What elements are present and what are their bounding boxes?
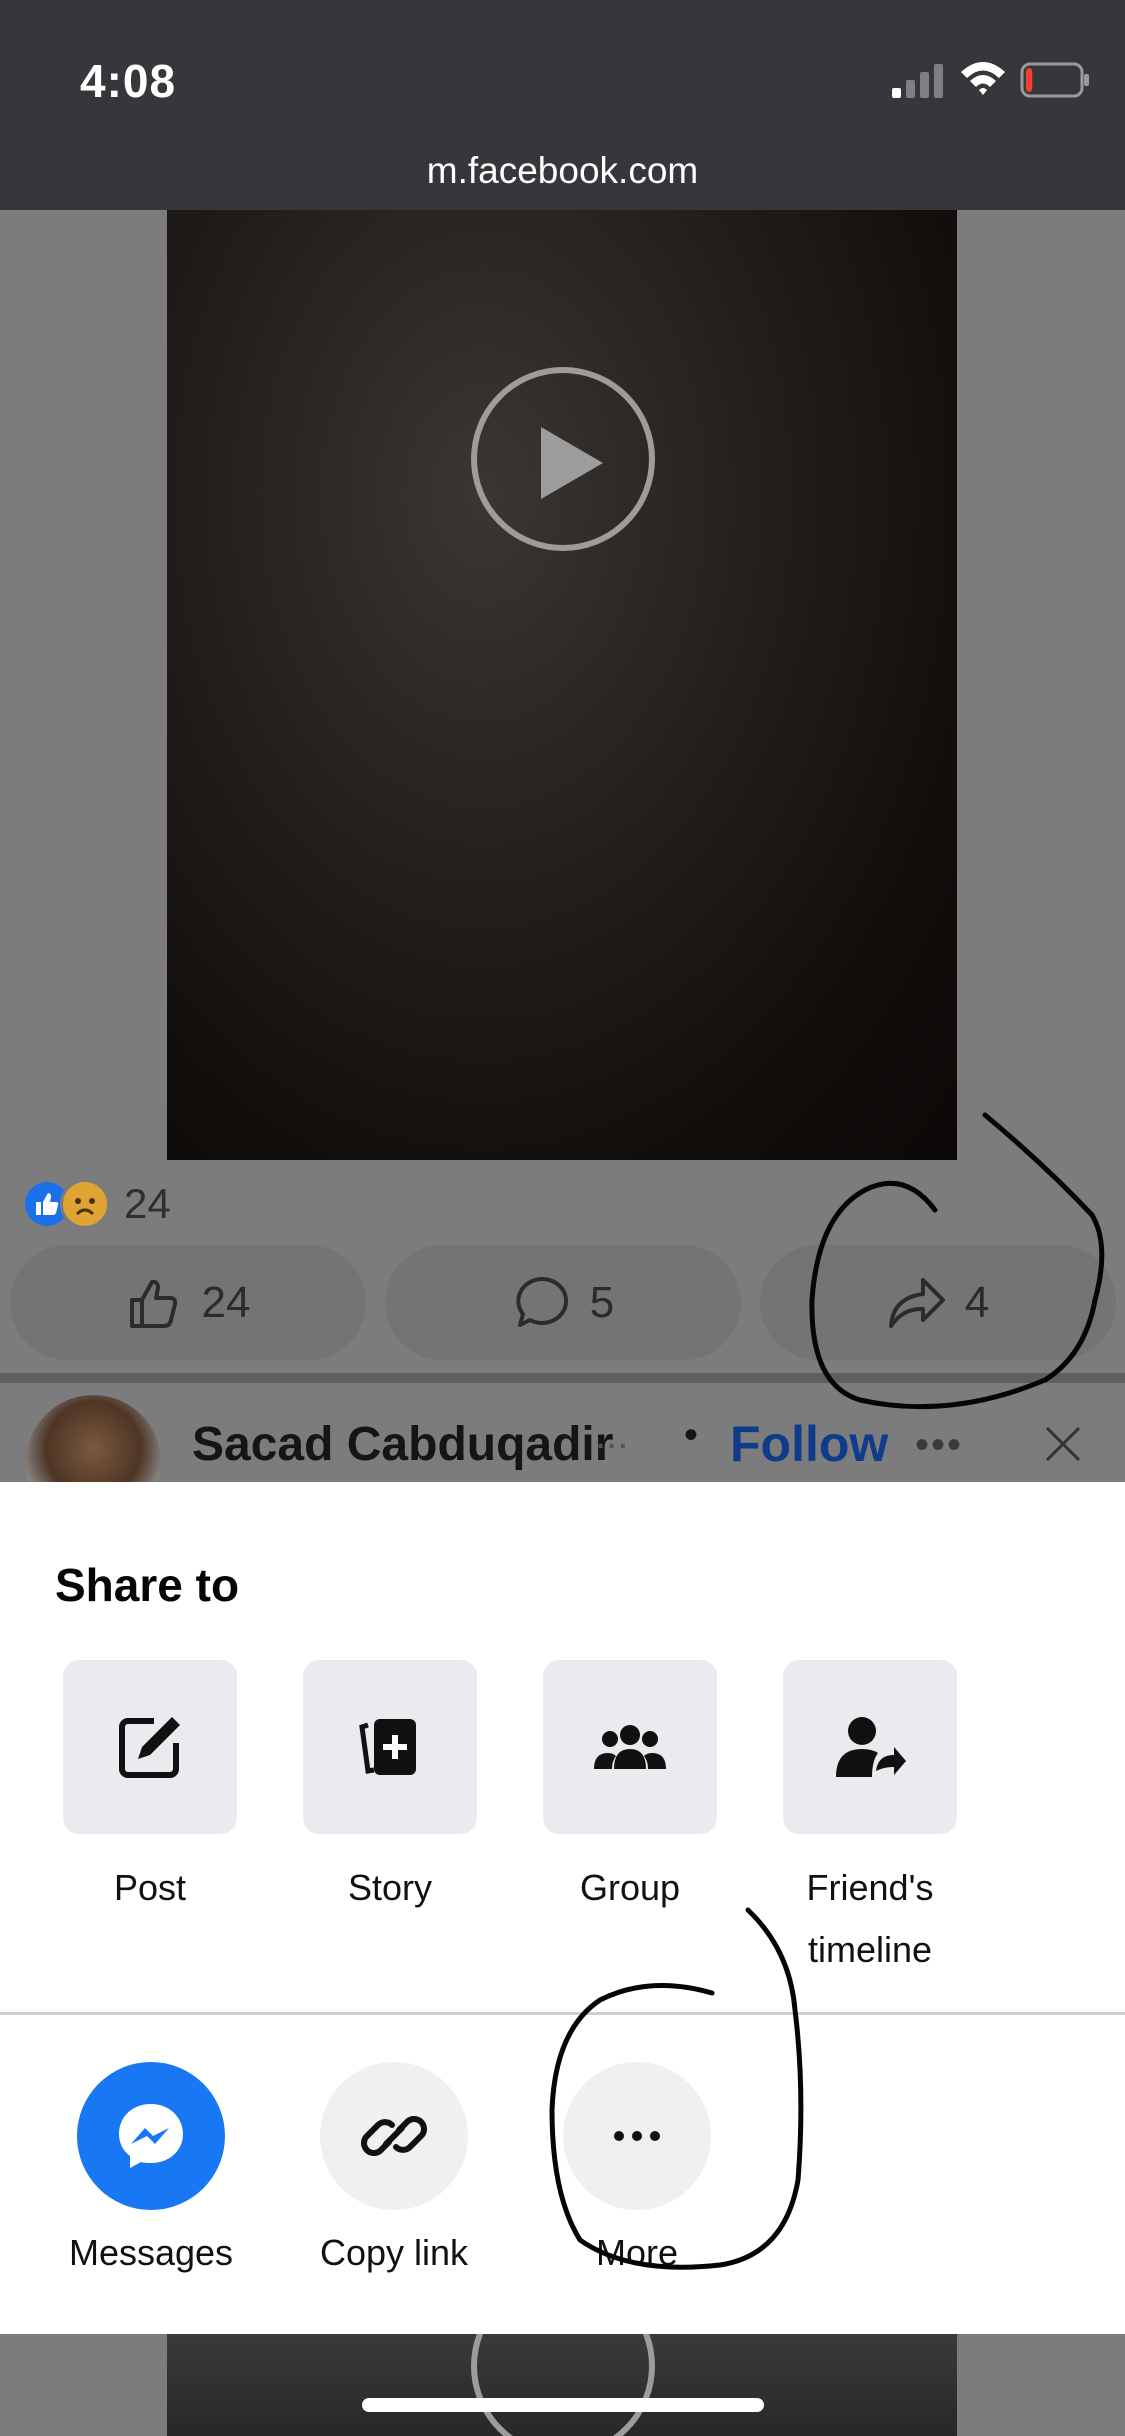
wifi-icon xyxy=(961,62,1005,95)
share-button[interactable]: 4 xyxy=(760,1245,1116,1360)
share-action-label: More xyxy=(595,2232,679,2273)
video-player[interactable] xyxy=(167,210,957,1160)
cellular-signal-icon xyxy=(892,64,943,98)
share-target-label: Group xyxy=(579,1867,681,1908)
friend-share-icon xyxy=(836,1717,906,1777)
share-action-label: Copy link xyxy=(319,2232,469,2273)
share-count: 4 xyxy=(964,1277,990,1327)
next-video-preview xyxy=(0,2334,1125,2436)
facebook-post-background: 24 24 5 4 Sacad Cabduqadir ... • Follow … xyxy=(0,210,1125,1482)
comment-bubble-icon xyxy=(516,1276,568,1327)
share-to-group-button[interactable] xyxy=(543,1660,717,1834)
post-options-button[interactable]: ••• xyxy=(915,1423,963,1468)
share-arrow-icon xyxy=(888,1277,945,1328)
share-sheet: Share to Post Story Group Friend's timel… xyxy=(0,1482,1125,2334)
link-icon xyxy=(361,2116,427,2156)
like-count: 24 xyxy=(201,1277,251,1327)
copy-link-button[interactable] xyxy=(320,2062,468,2210)
comment-button[interactable]: 5 xyxy=(385,1245,741,1360)
address-bar-url[interactable]: m.facebook.com xyxy=(0,150,1125,192)
share-target-label: Story xyxy=(347,1867,433,1908)
next-post-header: Sacad Cabduqadir ... • Follow ••• xyxy=(0,1395,1125,1482)
share-target-label: Post xyxy=(113,1867,187,1908)
edit-icon xyxy=(119,1717,180,1778)
avatar[interactable] xyxy=(26,1395,161,1482)
browser-status-bar: 4:08 m.facebook.com xyxy=(0,0,1125,210)
share-target-label: Friend's timeline xyxy=(806,1867,934,1970)
close-icon[interactable] xyxy=(1044,1425,1082,1463)
thumbs-up-icon xyxy=(129,1279,177,1328)
play-icon[interactable] xyxy=(471,367,655,551)
clock-time: 4:08 xyxy=(80,55,177,107)
author-name[interactable]: Sacad Cabduqadir xyxy=(192,1417,613,1472)
separator-dot: • xyxy=(684,1413,699,1457)
play-icon xyxy=(471,2334,655,2436)
battery-icon xyxy=(1020,62,1089,98)
send-in-messages-button[interactable] xyxy=(77,2062,225,2210)
story-add-icon xyxy=(359,1719,416,1775)
share-to-post-button[interactable] xyxy=(63,1660,237,1834)
share-sheet-title: Share to xyxy=(55,1559,240,1611)
comment-count: 5 xyxy=(589,1277,615,1327)
more-icon xyxy=(614,2131,660,2141)
share-sheet-divider xyxy=(0,2012,1125,2015)
group-icon xyxy=(594,1725,666,1769)
reaction-count: 24 xyxy=(124,1180,171,1227)
author-name-ellipsis: ... xyxy=(595,1413,629,1457)
video-player xyxy=(167,2334,957,2436)
share-to-story-button[interactable] xyxy=(303,1660,477,1834)
messenger-icon xyxy=(119,2104,183,2168)
share-action-label: Messages xyxy=(68,2232,234,2273)
like-button[interactable]: 24 xyxy=(10,1245,366,1360)
follow-button[interactable]: Follow xyxy=(730,1415,888,1473)
more-options-button[interactable] xyxy=(563,2062,711,2210)
share-to-friends-timeline-button[interactable] xyxy=(783,1660,957,1834)
home-indicator[interactable] xyxy=(362,2398,764,2412)
reaction-summary[interactable]: 24 xyxy=(22,1176,171,1232)
post-divider xyxy=(0,1373,1125,1383)
sad-reaction-icon xyxy=(60,1179,110,1229)
